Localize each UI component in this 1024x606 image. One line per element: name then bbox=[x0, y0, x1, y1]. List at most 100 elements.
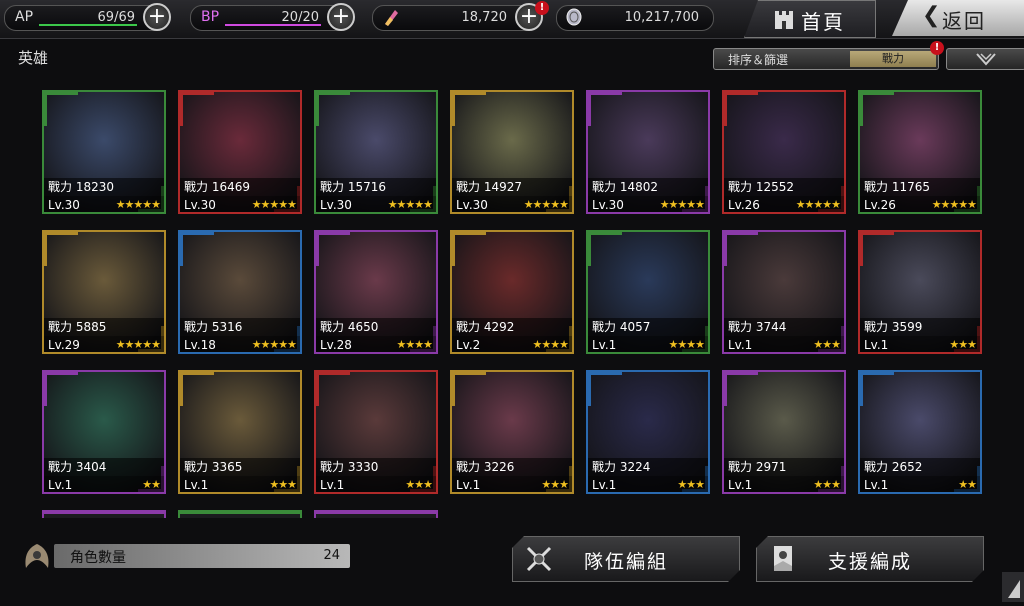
character-count-panel: 角色數量 24 bbox=[54, 544, 350, 568]
hero-card[interactable]: 戰力 16469 Lv.30 ★★★★★ bbox=[178, 90, 302, 214]
bp-meter: BP 20/20 + bbox=[190, 3, 355, 31]
hero-card[interactable]: 戰力 4292 Lv.2 ★★★★ bbox=[450, 230, 574, 354]
scroll-corner[interactable] bbox=[1002, 572, 1024, 602]
hero-card[interactable]: 戰力 18230 Lv.30 ★★★★★ bbox=[42, 90, 166, 214]
hero-level-row: Lv.1 ★★★ bbox=[316, 476, 436, 492]
hero-power: 戰力 18230 bbox=[44, 178, 164, 196]
hero-power: 戰力 15716 bbox=[316, 178, 436, 196]
top-bar: AP 69/69 + BP 20/20 + 18,720 + ! 10,217,… bbox=[0, 0, 1024, 39]
hero-power: 戰力 12552 bbox=[724, 178, 844, 196]
back-button[interactable]: ❮ 返回 bbox=[892, 0, 1024, 36]
hero-rarity-stars: ★★★★★ bbox=[523, 198, 569, 211]
hero-power: 戰力 14927 bbox=[452, 178, 572, 196]
hero-card[interactable]: 戰力 5316 Lv.18 ★★★★★ bbox=[178, 230, 302, 354]
hero-level: Lv.29 bbox=[48, 338, 80, 352]
frame-corner bbox=[180, 372, 214, 406]
hero-level: Lv.2 bbox=[456, 338, 481, 352]
hero-power: 戰力 3599 bbox=[860, 318, 980, 336]
frame-corner bbox=[316, 232, 350, 266]
hero-card[interactable]: 戰力 14802 Lv.30 ★★★★★ bbox=[586, 90, 710, 214]
hero-power: 戰力 3226 bbox=[452, 458, 572, 476]
frame-corner bbox=[588, 92, 622, 126]
filter-button[interactable] bbox=[946, 48, 1024, 70]
hero-card[interactable]: 戰力 3224 Lv.1 ★★★ bbox=[586, 370, 710, 494]
hero-power: 戰力 5885 bbox=[44, 318, 164, 336]
hero-card[interactable]: 戰力 3744 Lv.1 ★★★ bbox=[722, 230, 846, 354]
home-label: 首頁 bbox=[801, 10, 845, 34]
hero-card[interactable]: 戰力 3599 Lv.1 ★★★ bbox=[858, 230, 982, 354]
hero-card[interactable]: 戰力 3404 Lv.1 ★★ bbox=[42, 370, 166, 494]
coin-icon bbox=[566, 8, 582, 26]
gem-alert-badge: ! bbox=[535, 1, 549, 15]
castle-icon bbox=[775, 11, 793, 29]
frame-corner bbox=[588, 232, 622, 266]
hero-power: 戰力 3330 bbox=[316, 458, 436, 476]
hero-card[interactable]: 戰力 14927 Lv.30 ★★★★★ bbox=[450, 90, 574, 214]
filter-icon bbox=[976, 53, 996, 66]
hero-level: Lv.1 bbox=[48, 478, 73, 492]
hero-card[interactable]: 戰力 4650 Lv.28 ★★★★ bbox=[314, 230, 438, 354]
sort-filter-button[interactable]: 排序＆篩選 戰力 ! bbox=[713, 41, 944, 70]
ap-add-button[interactable]: + bbox=[143, 3, 171, 31]
team-formation-label: 隊伍編組 bbox=[583, 551, 668, 573]
hero-level: Lv.1 bbox=[728, 338, 753, 352]
corner-arrow-icon bbox=[1008, 580, 1020, 598]
hero-card[interactable]: 戰力 12552 Lv.26 ★★★★★ bbox=[722, 90, 846, 214]
hero-level-row: Lv.1 ★★★ bbox=[452, 476, 572, 492]
team-formation-button[interactable]: 隊伍編組 bbox=[512, 536, 740, 582]
hero-level: Lv.1 bbox=[728, 478, 753, 492]
hero-card[interactable]: 戰力 3226 Lv.1 ★★★ bbox=[450, 370, 574, 494]
frame-corner bbox=[452, 232, 486, 266]
hero-card-partial[interactable] bbox=[178, 510, 302, 518]
hero-rarity-stars: ★★★★ bbox=[396, 338, 433, 351]
frame-corner bbox=[860, 232, 894, 266]
hero-rarity-stars: ★★★ bbox=[269, 478, 297, 491]
gem-icon bbox=[385, 10, 398, 26]
frame-corner bbox=[180, 92, 214, 126]
hero-power: 戰力 4650 bbox=[316, 318, 436, 336]
hero-card[interactable]: 戰力 15716 Lv.30 ★★★★★ bbox=[314, 90, 438, 214]
wing-emblem-icon bbox=[25, 544, 49, 568]
hero-power: 戰力 2652 bbox=[860, 458, 980, 476]
hero-card-partial[interactable] bbox=[42, 510, 166, 518]
support-formation-button[interactable]: 支援編成 bbox=[756, 536, 984, 582]
hero-power: 戰力 14802 bbox=[588, 178, 708, 196]
hero-level: Lv.28 bbox=[320, 338, 352, 352]
hero-card[interactable]: 戰力 2652 Lv.1 ★★ bbox=[858, 370, 982, 494]
ap-label: AP bbox=[15, 9, 34, 25]
hero-power: 戰力 4292 bbox=[452, 318, 572, 336]
hero-rarity-stars: ★★★ bbox=[949, 338, 977, 351]
hero-power: 戰力 3365 bbox=[180, 458, 300, 476]
hero-card[interactable]: 戰力 2971 Lv.1 ★★★ bbox=[722, 370, 846, 494]
hero-card[interactable]: 戰力 3365 Lv.1 ★★★ bbox=[178, 370, 302, 494]
hero-level: Lv.30 bbox=[456, 198, 488, 212]
hero-level-row: Lv.28 ★★★★ bbox=[316, 336, 436, 352]
hero-card[interactable]: 戰力 3330 Lv.1 ★★★ bbox=[314, 370, 438, 494]
frame-corner bbox=[44, 232, 78, 266]
character-count-value: 24 bbox=[323, 548, 340, 563]
hero-level: Lv.30 bbox=[184, 198, 216, 212]
chevron-left-icon: ❮ bbox=[922, 3, 941, 28]
hero-level-row: Lv.1 ★★ bbox=[860, 476, 980, 492]
home-button[interactable]: 首頁 bbox=[744, 0, 876, 38]
bp-add-button[interactable]: + bbox=[327, 3, 355, 31]
hero-level-row: Lv.30 ★★★★★ bbox=[44, 196, 164, 212]
hero-card[interactable]: 戰力 5885 Lv.29 ★★★★★ bbox=[42, 230, 166, 354]
hero-card[interactable]: 戰力 4057 Lv.1 ★★★★ bbox=[586, 230, 710, 354]
hero-level-row: Lv.26 ★★★★★ bbox=[860, 196, 980, 212]
hero-power: 戰力 3744 bbox=[724, 318, 844, 336]
support-formation-label: 支援編成 bbox=[827, 551, 912, 573]
hero-level-row: Lv.1 ★★★ bbox=[724, 336, 844, 352]
hero-level: Lv.1 bbox=[592, 338, 617, 352]
hero-card[interactable]: 戰力 11765 Lv.26 ★★★★★ bbox=[858, 90, 982, 214]
hero-rarity-stars: ★★★ bbox=[405, 478, 433, 491]
hero-rarity-stars: ★★★★★ bbox=[115, 198, 161, 211]
hero-level-row: Lv.1 ★★★ bbox=[180, 476, 300, 492]
hero-rarity-stars: ★★ bbox=[958, 478, 977, 491]
hero-card-partial[interactable] bbox=[314, 510, 438, 518]
hero-power: 戰力 11765 bbox=[860, 178, 980, 196]
ap-meter: AP 69/69 + bbox=[4, 3, 171, 31]
hero-grid: 戰力 18230 Lv.30 ★★★★★ 戰力 16469 Lv.30 ★★★★★ 戰力 1… bbox=[42, 90, 982, 518]
hero-level: Lv.30 bbox=[48, 198, 80, 212]
frame-corner bbox=[452, 372, 486, 406]
